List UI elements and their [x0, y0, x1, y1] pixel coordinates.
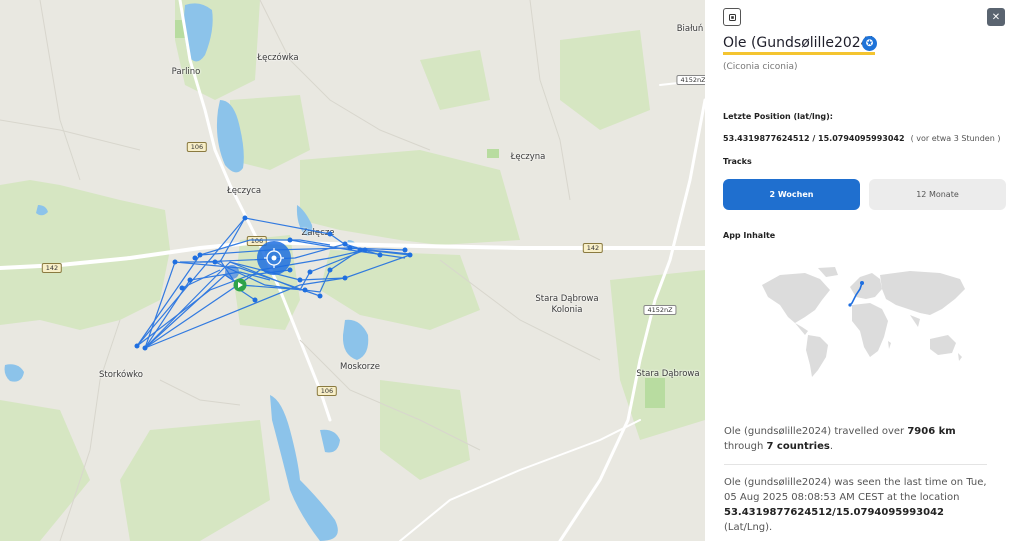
- tab-2-weeks[interactable]: 2 Wochen: [723, 179, 860, 210]
- travel-summary: Ole (gundsølille2024) travelled over 790…: [724, 424, 994, 454]
- coords-time-ago: ( vor etwa 3 Stunden ): [910, 134, 1001, 143]
- travel-summary-text: through: [724, 441, 767, 452]
- verified-badge-icon: ✪: [862, 36, 877, 51]
- travel-distance: 7906 km: [907, 426, 956, 437]
- coords-value: 53.4319877624512 / 15.0794095993042: [723, 134, 905, 143]
- close-button[interactable]: ✕: [987, 8, 1005, 26]
- last-seen-text: Ole (gundsølille2024) was seen the last …: [724, 477, 987, 503]
- share-icon[interactable]: [723, 8, 741, 26]
- species-name: (Ciconia ciconia): [723, 62, 798, 72]
- detail-panel: ✕ Ole (Gundsølille2024) ✪ (Ciconia cicon…: [705, 0, 1024, 541]
- tracks-overlay: [134, 215, 413, 351]
- travel-summary-text: Ole (gundsølille2024) travelled over: [724, 426, 908, 437]
- last-seen-summary: Ole (gundsølille2024) was seen the last …: [724, 475, 994, 535]
- map-view[interactable]: Parlino Łęczówka Łęczyca Załęcze Łęczyna…: [0, 0, 705, 541]
- world-map: [762, 267, 965, 377]
- app-content-label: App Inhalte: [723, 231, 776, 240]
- current-position-marker: [257, 241, 291, 275]
- divider: [724, 464, 987, 465]
- travel-countries: 7 countries: [766, 441, 830, 452]
- travel-summary-text: .: [829, 441, 834, 452]
- start-marker: [233, 278, 247, 292]
- tracks-label: Tracks: [723, 157, 752, 166]
- last-position-coords: 53.4319877624512 / 15.0794095993042 ( vor…: [723, 134, 1000, 143]
- last-position-label: Letzte Position (lat/lng):: [723, 112, 834, 121]
- tab-12-months[interactable]: 12 Monate: [869, 179, 1006, 210]
- last-seen-coords: 53.4319877624512/15.0794095993042: [724, 507, 944, 518]
- last-seen-text: (Lat/Lng).: [724, 522, 773, 533]
- animal-title: Ole (Gundsølille2024): [723, 34, 876, 55]
- close-icon: ✕: [991, 11, 1001, 23]
